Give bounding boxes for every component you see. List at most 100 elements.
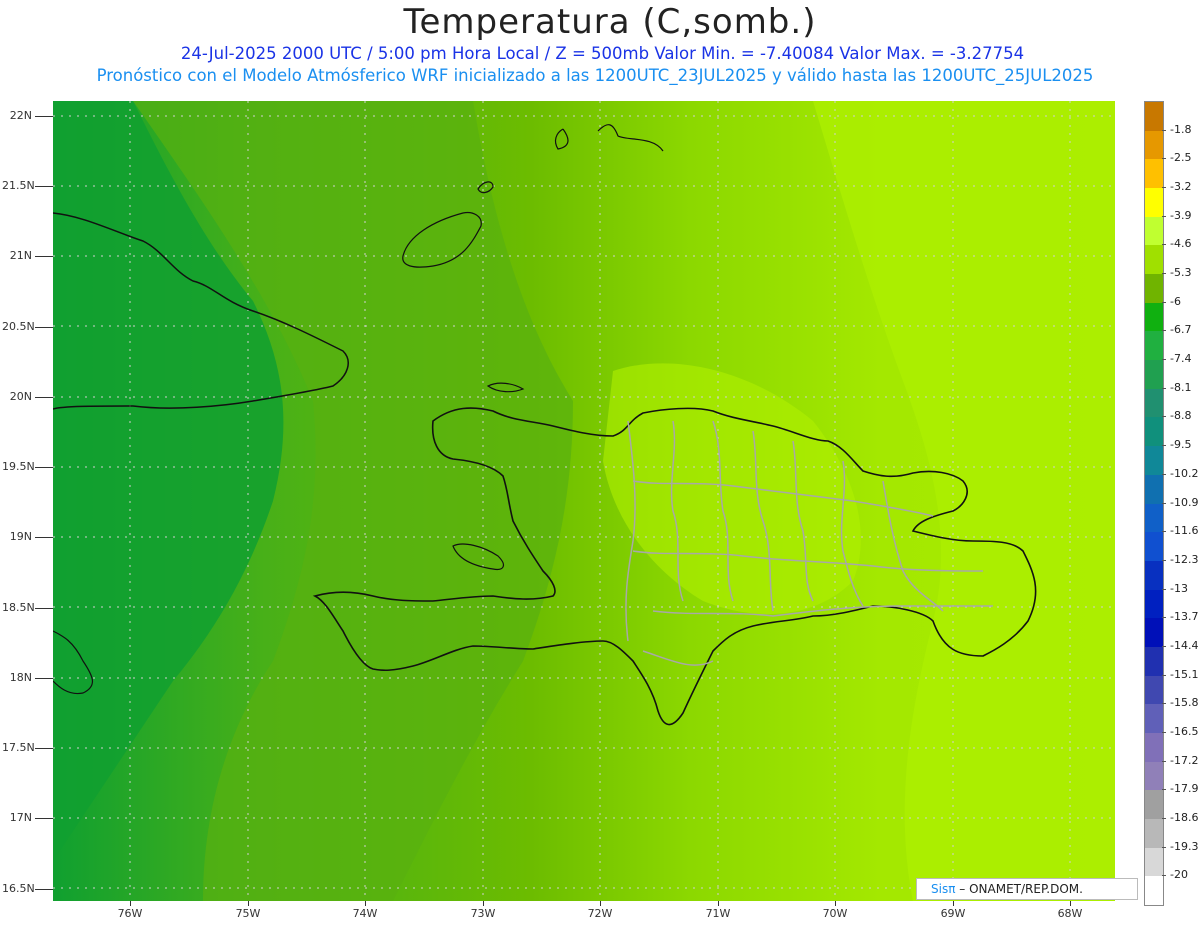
- lat-tick: [35, 608, 53, 609]
- legend-tick: [1162, 244, 1166, 246]
- lon-label: 76W: [117, 907, 143, 920]
- model-info: Pronóstico con el Modelo Atmósferico WRF…: [96, 66, 1094, 85]
- lon-tick: [1070, 901, 1071, 906]
- lon-label: 74W: [352, 907, 378, 920]
- lat-label: 21.5N: [2, 179, 35, 192]
- legend-tick: [1162, 789, 1166, 791]
- legend-label: -3.9: [1170, 208, 1192, 222]
- legend-swatch: [1145, 274, 1163, 304]
- legend-label: -13: [1170, 581, 1188, 595]
- lon-tick: [600, 901, 601, 906]
- color-scale-legend: [1144, 101, 1164, 906]
- lat-label: 19N: [9, 530, 32, 543]
- lat-label: 19.5N: [2, 460, 35, 473]
- legend-label: -8.8: [1170, 409, 1192, 423]
- legend-label: -8.1: [1170, 380, 1192, 394]
- lat-label: 20N: [9, 390, 32, 403]
- legend-tick: [1162, 617, 1166, 619]
- legend-swatch: [1145, 847, 1163, 877]
- legend-tick: [1162, 187, 1166, 189]
- legend-label: -18.6: [1170, 810, 1199, 824]
- legend-label: -16.5: [1170, 724, 1199, 738]
- lat-tick: [35, 116, 53, 117]
- legend-swatch: [1145, 790, 1163, 820]
- legend-swatch: [1145, 417, 1163, 447]
- legend-swatch: [1145, 560, 1163, 591]
- lat-label: 21N: [9, 249, 32, 262]
- lat-label: 16.5N: [2, 882, 35, 895]
- legend-tick: [1162, 731, 1166, 733]
- legend-label: -14.4: [1170, 638, 1199, 652]
- legend-tick: [1162, 846, 1166, 848]
- legend-swatch: [1145, 675, 1163, 705]
- legend-swatch: [1145, 876, 1163, 906]
- legend-swatch: [1145, 102, 1163, 132]
- legend-label: -6: [1170, 294, 1181, 308]
- lat-tick: [35, 397, 53, 398]
- legend-label: -1.8: [1170, 122, 1192, 136]
- lon-tick: [365, 901, 366, 906]
- lon-tick: [130, 901, 131, 906]
- sis-logo: Sisπ: [931, 882, 956, 896]
- legend-label: -4.6: [1170, 237, 1192, 251]
- legend-label: -19.3: [1170, 839, 1199, 853]
- lon-tick: [248, 901, 249, 906]
- lon-tick: [718, 901, 719, 906]
- legend-swatch: [1145, 159, 1163, 189]
- lat-tick: [35, 467, 53, 468]
- legend-label: -7.4: [1170, 352, 1192, 366]
- legend-tick: [1162, 273, 1166, 275]
- legend-label: -10.9: [1170, 495, 1199, 509]
- legend-label: -2.5: [1170, 151, 1192, 165]
- forecast-info: 24-Jul-2025 2000 UTC / 5:00 pm Hora Loca…: [180, 44, 1025, 63]
- credit-text: – ONAMET/REP.DOM.: [959, 882, 1083, 896]
- legend-swatch: [1145, 331, 1163, 361]
- lon-label: 69W: [940, 907, 966, 920]
- legend-swatch: [1145, 474, 1163, 504]
- lat-tick: [35, 889, 53, 890]
- legend-tick: [1162, 588, 1166, 590]
- lat-tick: [35, 327, 53, 328]
- legend-swatch: [1145, 188, 1163, 218]
- legend-tick: [1162, 703, 1166, 705]
- lat-label: 17.5N: [2, 741, 35, 754]
- legend-tick: [1162, 674, 1166, 676]
- lon-label: 72W: [587, 907, 613, 920]
- legend-swatch: [1145, 618, 1163, 648]
- lat-label: 22N: [9, 109, 32, 122]
- legend-tick: [1162, 559, 1166, 561]
- lat-label: 18N: [9, 671, 32, 684]
- chart-title: Temperatura (C,somb.): [403, 2, 817, 42]
- legend-tick: [1162, 473, 1166, 475]
- legend-label: -5.3: [1170, 266, 1192, 280]
- legend-swatch: [1145, 646, 1163, 677]
- lat-tick: [35, 537, 53, 538]
- legend-tick: [1162, 445, 1166, 447]
- legend-tick: [1162, 817, 1166, 819]
- legend-swatch: [1145, 503, 1163, 533]
- credit-box: Sisπ – ONAMET/REP.DOM.: [916, 878, 1138, 900]
- legend-tick: [1162, 502, 1166, 504]
- legend-tick: [1162, 416, 1166, 418]
- legend-tick: [1162, 645, 1166, 647]
- lat-label: 18.5N: [2, 601, 35, 614]
- lat-tick: [35, 678, 53, 679]
- legend-label: -6.7: [1170, 323, 1192, 337]
- legend-swatch: [1145, 704, 1163, 734]
- legend-swatch: [1145, 818, 1163, 849]
- legend-tick: [1162, 215, 1166, 217]
- legend-label: -9.5: [1170, 438, 1192, 452]
- legend-swatch: [1145, 302, 1163, 332]
- legend-tick: [1162, 875, 1166, 877]
- legend-tick: [1162, 129, 1166, 131]
- lon-tick: [835, 901, 836, 906]
- legend-swatch: [1145, 761, 1163, 791]
- legend-tick: [1162, 330, 1166, 332]
- legend-swatch: [1145, 446, 1163, 476]
- legend-swatch: [1145, 732, 1163, 763]
- temperature-map: [53, 101, 1115, 901]
- legend-label: -10.2: [1170, 466, 1199, 480]
- legend-tick: [1162, 387, 1166, 389]
- lon-tick: [483, 901, 484, 906]
- legend-label: -17.2: [1170, 753, 1199, 767]
